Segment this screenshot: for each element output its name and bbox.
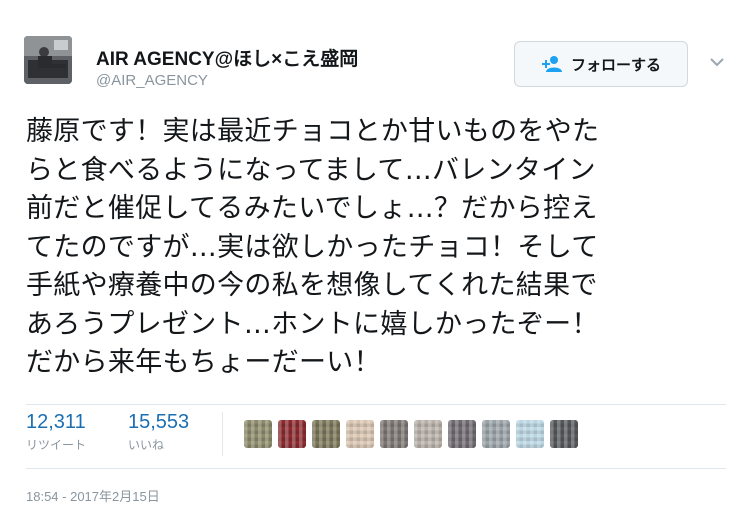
tweet-line: 藤原です！実は最近チョコとか甘いものをやた [26,116,600,147]
retweet-stat[interactable]: 12,311 リツイート [26,411,86,453]
liker-avatars [244,420,578,448]
profile-photo-icon [24,36,72,84]
chevron-down-icon[interactable] [708,54,726,68]
tweet-line: らと食べるようになってまして…バレンタイン [26,154,596,186]
likes-label: いいね [128,438,165,452]
tweet-timestamp[interactable]: 18:54 - 2017年2月15日 [26,486,160,505]
likes-stat[interactable]: 15,553 いいね [128,411,189,453]
user-handle[interactable]: @AIR_AGENCY [96,72,208,89]
liker-avatar[interactable] [244,420,272,448]
divider [26,404,726,405]
tweet-text: 藤原です！実は最近チョコとか甘いものをやた らと食べるようになってまして…バレン… [26,113,732,383]
liker-avatar[interactable] [516,420,544,448]
liker-avatar[interactable] [448,420,476,448]
add-user-icon [541,55,563,73]
display-name[interactable]: AIR AGENCY@ほし×こえ盛岡 [96,44,358,71]
liker-avatar[interactable] [346,420,374,448]
avatar[interactable] [24,36,72,84]
tweet-line: 前だと催促してるみたいでしょ…？だから控え [26,193,598,224]
liker-avatar[interactable] [414,420,442,448]
tweet-line: あろうプレゼント…ホントに嬉しかったぞー！ [26,308,599,340]
tweet-line: 手紙や療養中の今の私を想像してくれた結果で [26,270,598,301]
tweet-line: だから来年もちょーだーい！ [26,347,381,378]
liker-avatar[interactable] [482,420,510,448]
divider [26,468,726,469]
tweet-line: てたのですが…実は欲しかったチョコ！そして [26,231,599,263]
liker-avatar[interactable] [312,420,340,448]
follow-button[interactable]: フォローする [514,41,688,87]
follow-button-label: フォローする [570,55,661,74]
retweet-label: リツイート [26,438,87,452]
retweet-count: 12,311 [26,411,86,433]
liker-avatar[interactable] [550,420,578,448]
stat-divider [222,412,223,456]
liker-avatar[interactable] [278,420,306,448]
liker-avatar[interactable] [380,420,408,448]
likes-count: 15,553 [128,411,190,433]
